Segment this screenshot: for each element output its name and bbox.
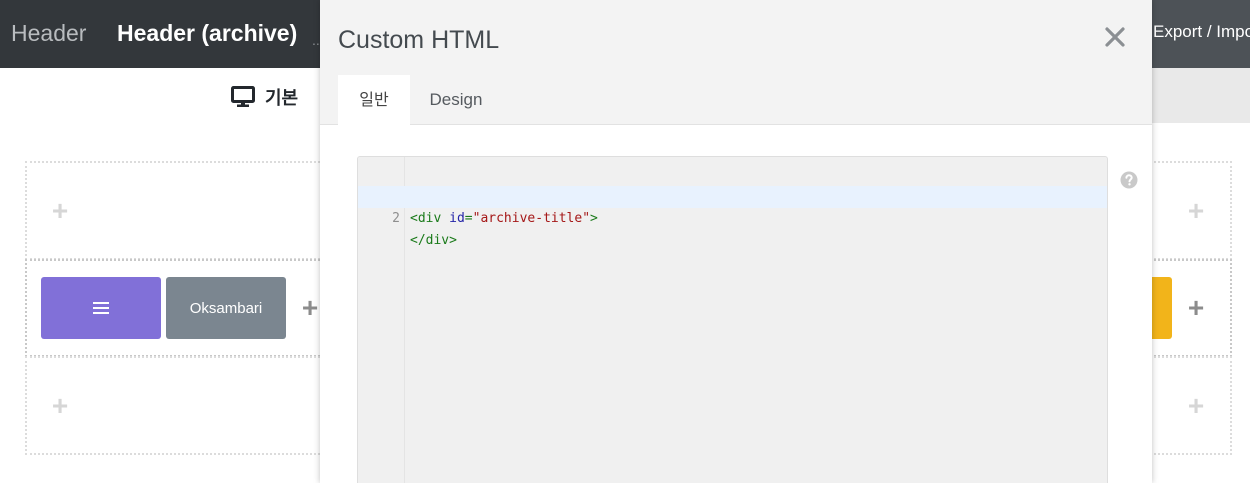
breadcrumb-tail: .. bbox=[312, 32, 320, 48]
right-item-block[interactable] bbox=[1150, 277, 1172, 339]
view-tab-label: 기본 bbox=[265, 88, 299, 109]
logo-item-label: Oksambari bbox=[189, 299, 263, 317]
modal-title: Custom HTML bbox=[338, 26, 500, 54]
monitor-icon bbox=[231, 86, 255, 108]
custom-html-modal: Custom HTML 일반 Design 1 <div id="archive… bbox=[320, 0, 1152, 483]
hamburger-icon bbox=[93, 302, 109, 314]
add-top-left-plus-icon[interactable]: + bbox=[48, 197, 72, 225]
line-code: <div id="archive-title"> bbox=[410, 211, 598, 226]
add-main-left-plus-icon[interactable]: + bbox=[298, 294, 322, 322]
add-bottom-right-plus-icon[interactable]: + bbox=[1184, 392, 1208, 420]
modal-header: Custom HTML 일반 Design bbox=[320, 0, 1152, 126]
add-main-right-plus-icon[interactable]: + bbox=[1184, 294, 1208, 322]
export-import-button[interactable]: Export / Import bbox=[1152, 0, 1250, 68]
close-icon[interactable] bbox=[1102, 24, 1128, 50]
menu-item-block[interactable] bbox=[41, 277, 161, 339]
add-top-right-plus-icon[interactable]: + bbox=[1184, 197, 1208, 225]
breadcrumb-current: Header (archive) bbox=[117, 20, 298, 46]
editor-line: 1 <div id="archive-title"> bbox=[358, 164, 1107, 226]
tab-design[interactable]: Design bbox=[420, 75, 492, 125]
line-code: </div> bbox=[410, 233, 457, 248]
subbar-right-area bbox=[1152, 68, 1250, 123]
add-bottom-left-plus-icon[interactable]: + bbox=[48, 392, 72, 420]
tab-general[interactable]: 일반 bbox=[338, 75, 410, 126]
line-number: 2 bbox=[392, 211, 400, 226]
question-circle-icon[interactable] bbox=[1120, 171, 1138, 189]
view-tab-desktop[interactable]: 기본 bbox=[231, 84, 298, 110]
breadcrumb-root[interactable]: Header bbox=[11, 19, 86, 47]
editor-line-active: 2 </div> bbox=[358, 186, 1107, 248]
code-editor[interactable]: 1 <div id="archive-title"> 2 </div> bbox=[357, 156, 1108, 483]
logo-item-block[interactable]: Oksambari bbox=[166, 277, 286, 339]
